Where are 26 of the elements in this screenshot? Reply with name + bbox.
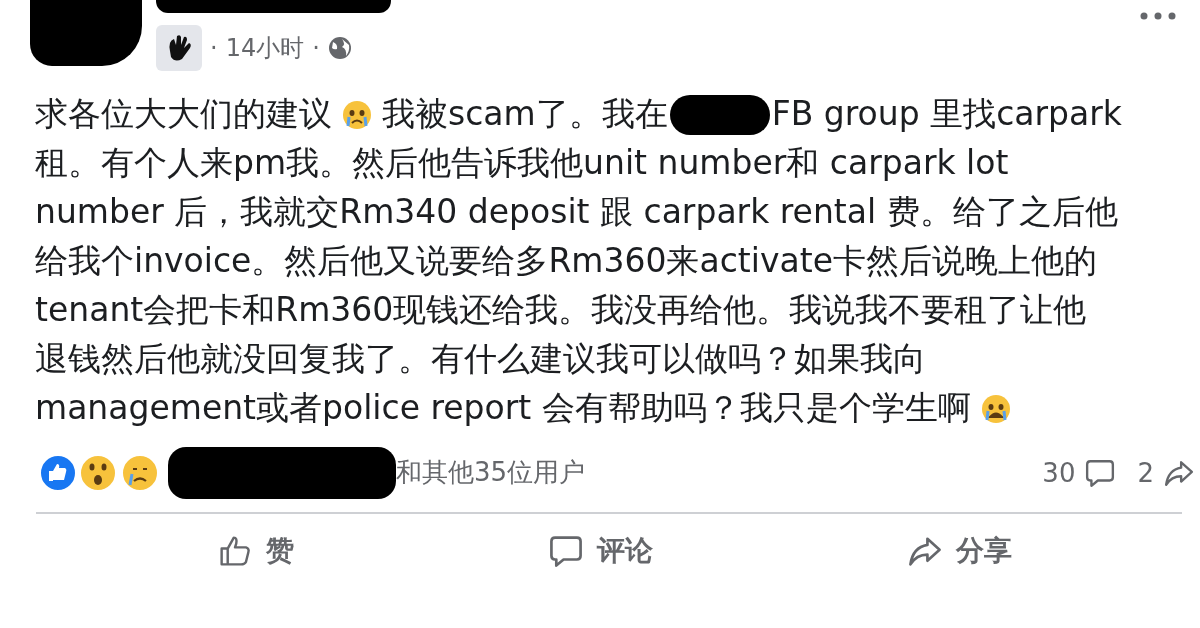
post-text: 租。有个人来pm我。然后他告诉我他unit number和 carpark lot <box>35 142 1009 184</box>
like-button[interactable]: 赞 <box>207 528 304 574</box>
globe-icon <box>327 36 352 60</box>
sad-face-icon <box>342 99 372 130</box>
post-time[interactable]: 14小时 <box>225 32 305 64</box>
post-text: 求各位大大们的建议 <box>35 93 332 135</box>
separator-dot: · <box>312 34 320 62</box>
more-options-icon[interactable] <box>1138 10 1178 22</box>
comment-icon <box>549 534 583 568</box>
comment-icon <box>1085 457 1116 488</box>
post-text: FB group 里找carpark <box>771 93 1122 135</box>
share-count[interactable]: 2 <box>1137 457 1154 488</box>
post-text: 我被scam了。我在 <box>382 93 668 135</box>
share-button[interactable]: 分享 <box>898 528 1023 574</box>
post-text: 退钱然后他就没回复我了。有什么建议我可以做吗？如果我向 <box>35 338 926 380</box>
crying-face-icon <box>980 393 1011 424</box>
comment-count[interactable]: 30 <box>1042 457 1076 488</box>
separator-dot: · <box>210 34 218 62</box>
post-text: tenant会把卡和Rm360现钱还给我。我没再给他。我说我不要租了让他 <box>35 289 1087 331</box>
post-text: management或者police report 会有帮助吗？我只是个学生啊 <box>35 387 971 429</box>
reactions-summary[interactable]: 和其他35位用户 <box>396 455 586 490</box>
badge-icon <box>156 25 202 71</box>
post-text: 给我个invoice。然后他又说要给多Rm360来activate卡然后说晚上他的 <box>35 240 1097 282</box>
like-icon <box>217 534 252 568</box>
post-text: number 后，我就交Rm340 deposit 跟 carpark rental 费。给了之后他 <box>35 191 1118 233</box>
comment-button[interactable]: 评论 <box>539 528 663 574</box>
